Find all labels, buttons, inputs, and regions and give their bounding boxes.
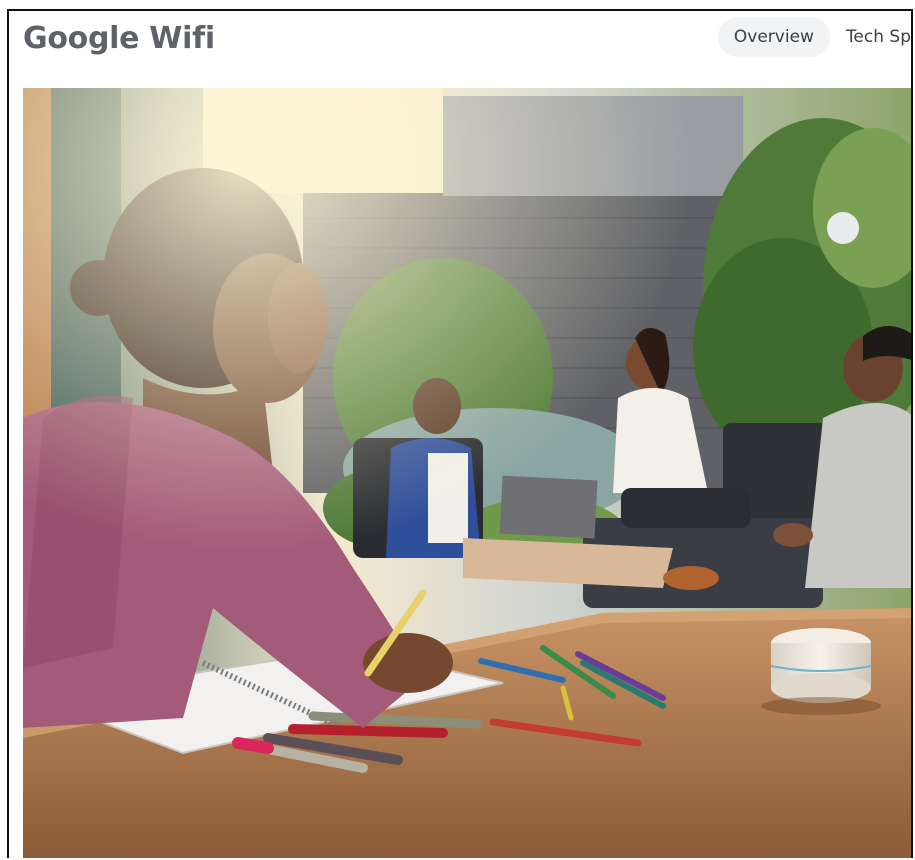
brand-title[interactable]: Google Wifi	[23, 21, 215, 56]
site-header: Google Wifi Overview Tech Sp	[9, 11, 911, 87]
hero-image	[23, 88, 911, 858]
browser-frame: Google Wifi Overview Tech Sp	[7, 9, 913, 858]
tab-overview[interactable]: Overview	[717, 17, 830, 57]
page-nav: Overview Tech Sp	[717, 17, 911, 57]
tab-tech-specs[interactable]: Tech Sp	[830, 17, 911, 57]
